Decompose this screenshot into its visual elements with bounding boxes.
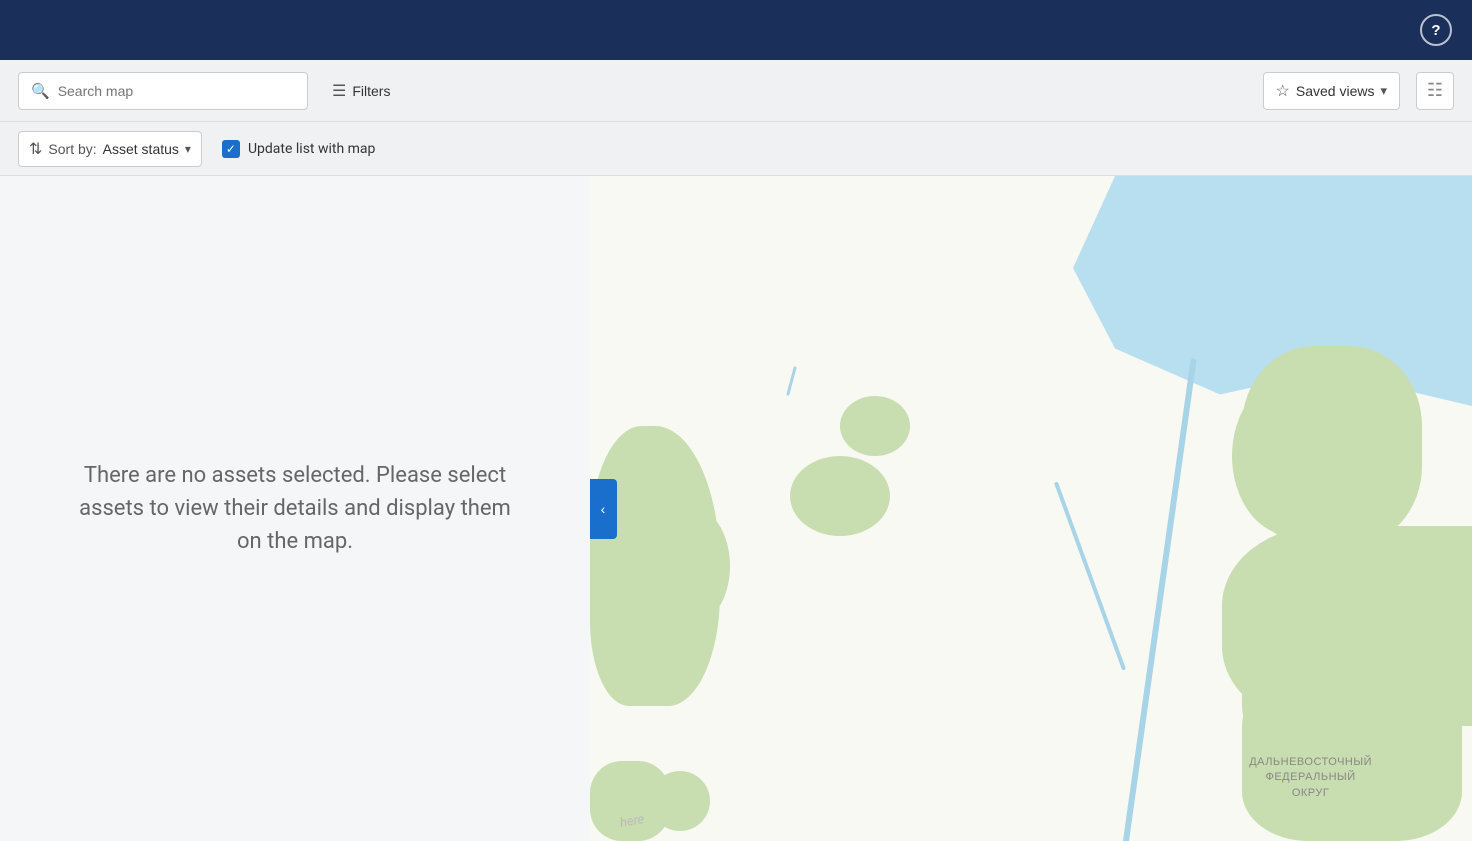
sort-arrow-icon: ▾ (185, 142, 191, 156)
terrain-patch-6 (1232, 376, 1352, 536)
small-river (786, 366, 797, 396)
terrain-patch-2 (650, 506, 730, 626)
water-detail-1 (1212, 176, 1272, 216)
sort-by-label: Sort by: (48, 141, 96, 157)
filters-icon: ☰ (332, 81, 346, 101)
saved-views-button[interactable]: ☆ Saved views ▾ (1263, 72, 1400, 110)
terrain-patch-4 (840, 396, 910, 456)
terrain-patch-3 (790, 456, 890, 536)
checkmark-icon: ✓ (226, 142, 236, 156)
star-icon: ☆ (1276, 81, 1290, 101)
region-label-text: ДАЛЬНЕВОСТОЧНЫЙФЕДЕРАЛЬНЫЙОКРУГ (1249, 756, 1372, 799)
chevron-down-icon: ▾ (1380, 83, 1387, 99)
chevron-left-icon: ‹ (601, 501, 606, 517)
update-list-checkbox[interactable]: ✓ (222, 140, 240, 158)
search-box[interactable]: 🔍 (18, 72, 308, 110)
panel-toggle-button[interactable]: ☷ (1416, 72, 1454, 110)
sort-button[interactable]: ⇅ Sort by: Asset status ▾ (18, 131, 202, 167)
search-icon: 🔍 (31, 82, 50, 100)
no-assets-message: There are no assets selected. Please sel… (50, 439, 540, 578)
question-mark-icon: ? (1431, 22, 1440, 39)
sort-value: Asset status (103, 141, 179, 157)
main-toolbar: 🔍 ☰ Filters ☆ Saved views ▾ ☷ (0, 60, 1472, 122)
terrain-patch-11 (650, 771, 710, 831)
top-navbar: ? (0, 0, 1472, 60)
secondary-toolbar: ⇅ Sort by: Asset status ▾ ✓ Update list … (0, 122, 1472, 176)
collapse-panel-button[interactable]: ‹ (590, 479, 617, 539)
sort-icon: ⇅ (29, 139, 42, 159)
region-label: ДАЛЬНЕВОСТОЧНЫЙФЕДЕРАЛЬНЫЙОКРУГ (1249, 755, 1372, 801)
update-list-checkbox-label[interactable]: ✓ Update list with map (222, 140, 375, 158)
river-main (1121, 358, 1197, 841)
help-button[interactable]: ? (1420, 14, 1452, 46)
filters-label: Filters (352, 83, 390, 99)
map-background: ДАЛЬНЕВОСТОЧНЫЙФЕДЕРАЛЬНЫЙОКРУГ here (590, 176, 1472, 841)
main-content: There are no assets selected. Please sel… (0, 176, 1472, 841)
panel-icon: ☷ (1427, 80, 1443, 101)
update-list-text: Update list with map (248, 141, 375, 157)
search-input[interactable] (58, 83, 295, 99)
saved-views-label: Saved views (1296, 83, 1375, 99)
filters-button[interactable]: ☰ Filters (324, 75, 398, 107)
map-panel[interactable]: ‹ (590, 176, 1472, 841)
left-panel: There are no assets selected. Please sel… (0, 176, 590, 841)
river-tributary (1054, 481, 1126, 670)
